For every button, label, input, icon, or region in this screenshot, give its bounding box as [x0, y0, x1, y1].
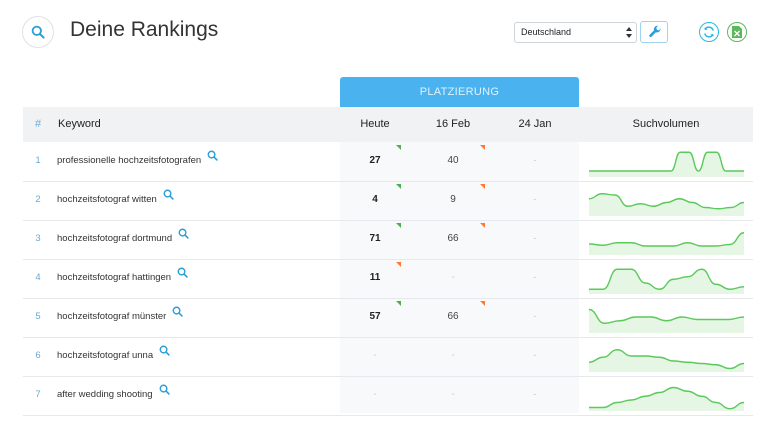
- trend-up-marker: [396, 184, 401, 189]
- row-index: 6: [35, 350, 41, 361]
- keyword-text: hochzeitsfotograf hattingen: [57, 272, 172, 283]
- keyword-search-icon[interactable]: [159, 335, 170, 373]
- wrench-icon: [649, 25, 661, 37]
- country-select-value: Deutschland: [521, 27, 572, 37]
- select-arrows-icon: [626, 27, 632, 38]
- keyword-search-icon[interactable]: [163, 179, 174, 217]
- keyword-cell: after wedding shooting: [57, 376, 170, 414]
- table-header: # Keyword Heute 16 Feb 24 Jan Suchvolume…: [23, 107, 753, 142]
- row-index: 2: [35, 194, 41, 205]
- trend-down-marker: [480, 301, 485, 306]
- search-volume-sparkline: [589, 386, 744, 411]
- rank-date1: -: [451, 272, 455, 283]
- column-header-today[interactable]: Heute: [341, 107, 409, 142]
- search-volume-sparkline: [589, 193, 744, 216]
- keyword-text: professionelle hochzeitsfotografen: [57, 155, 202, 166]
- table-row[interactable]: 1 professionelle hochzeitsfotografen 27 40-: [23, 142, 753, 182]
- row-index: 5: [35, 311, 41, 322]
- column-header-index: #: [34, 118, 42, 130]
- rank-date1: 66: [447, 311, 459, 322]
- keyword-search-icon[interactable]: [178, 218, 189, 256]
- row-index: 3: [35, 233, 41, 244]
- rank-date2: -: [533, 272, 537, 283]
- rank-date1: 40: [447, 155, 459, 166]
- refresh-button[interactable]: [699, 22, 719, 42]
- row-index: 4: [35, 272, 41, 283]
- page-title: Deine Rankings: [70, 18, 219, 41]
- keyword-cell: hochzeitsfotograf unna: [57, 337, 170, 375]
- trend-up-marker: [396, 145, 401, 150]
- row-index: 1: [35, 155, 41, 166]
- search-volume-sparkline: [589, 308, 744, 333]
- rank-today: -: [373, 350, 377, 361]
- rank-date2: -: [533, 350, 537, 361]
- keyword-cell: hochzeitsfotograf dortmund: [57, 220, 189, 258]
- column-header-date2[interactable]: 24 Jan: [501, 107, 569, 142]
- refresh-icon: [704, 26, 714, 38]
- sparkline-area: [589, 152, 744, 177]
- keyword-text: after wedding shooting: [57, 389, 153, 400]
- rank-date2: -: [533, 155, 537, 166]
- column-header-keyword[interactable]: Keyword: [58, 107, 101, 142]
- column-header-date1[interactable]: 16 Feb: [419, 107, 487, 142]
- search-volume-sparkline: [589, 268, 744, 294]
- settings-button[interactable]: [640, 21, 668, 43]
- search-icon: [31, 25, 45, 39]
- rank-date2: -: [533, 233, 537, 244]
- keyword-cell: hochzeitsfotograf witten: [57, 181, 174, 219]
- table-row[interactable]: 3 hochzeitsfotograf dortmund 71 66-: [23, 220, 753, 260]
- trend-up-marker: [396, 301, 401, 306]
- keyword-text: hochzeitsfotograf witten: [57, 194, 157, 205]
- trend-down-marker: [480, 145, 485, 150]
- rank-date1: 9: [450, 194, 456, 205]
- trend-down-marker: [480, 184, 485, 189]
- keyword-cell: hochzeitsfotograf hattingen: [57, 259, 188, 297]
- keyword-cell: professionelle hochzeitsfotografen: [57, 142, 218, 180]
- row-index: 7: [35, 389, 41, 400]
- column-header-volume[interactable]: Suchvolumen: [579, 107, 753, 142]
- sparkline-area: [589, 349, 744, 372]
- country-select[interactable]: Deutschland: [514, 22, 637, 43]
- rank-date2: -: [533, 311, 537, 322]
- table-row[interactable]: 2 hochzeitsfotograf witten 4 9-: [23, 181, 753, 221]
- search-volume-sparkline: [589, 232, 744, 255]
- table-row[interactable]: 4 hochzeitsfotograf hattingen 11- -: [23, 259, 753, 299]
- rank-date1: -: [451, 389, 455, 400]
- rank-today: -: [373, 389, 377, 400]
- sparkline-area: [589, 193, 744, 216]
- rank-date1: 66: [447, 233, 459, 244]
- search-volume-sparkline: [589, 349, 744, 372]
- keyword-search-icon[interactable]: [159, 374, 170, 412]
- trend-down-marker: [396, 262, 401, 267]
- keyword-search-icon[interactable]: [172, 296, 183, 334]
- trend-down-marker: [480, 223, 485, 228]
- sparkline-line: [589, 232, 744, 247]
- export-excel-button[interactable]: [727, 22, 747, 42]
- search-volume-sparkline: [589, 151, 744, 177]
- sparkline-area: [589, 387, 744, 411]
- rank-date2: -: [533, 194, 537, 205]
- keyword-text: hochzeitsfotograf unna: [57, 350, 154, 361]
- keyword-search-icon[interactable]: [177, 257, 188, 295]
- table-row[interactable]: 7 after wedding shooting - - -: [23, 376, 753, 416]
- keyword-text: hochzeitsfotograf münster: [57, 311, 167, 322]
- keyword-search-icon[interactable]: [207, 140, 218, 178]
- table-row[interactable]: 6 hochzeitsfotograf unna - - -: [23, 337, 753, 377]
- excel-export-icon: [732, 26, 742, 38]
- rank-date2: -: [533, 389, 537, 400]
- rank-date1: -: [451, 350, 455, 361]
- keyword-text: hochzeitsfotograf dortmund: [57, 233, 173, 244]
- trend-up-marker: [396, 223, 401, 228]
- search-button[interactable]: [22, 16, 54, 48]
- keyword-cell: hochzeitsfotograf münster: [57, 298, 183, 336]
- table-row[interactable]: 5 hochzeitsfotograf münster 57 66-: [23, 298, 753, 338]
- platzierung-group-header: PLATZIERUNG: [340, 77, 579, 107]
